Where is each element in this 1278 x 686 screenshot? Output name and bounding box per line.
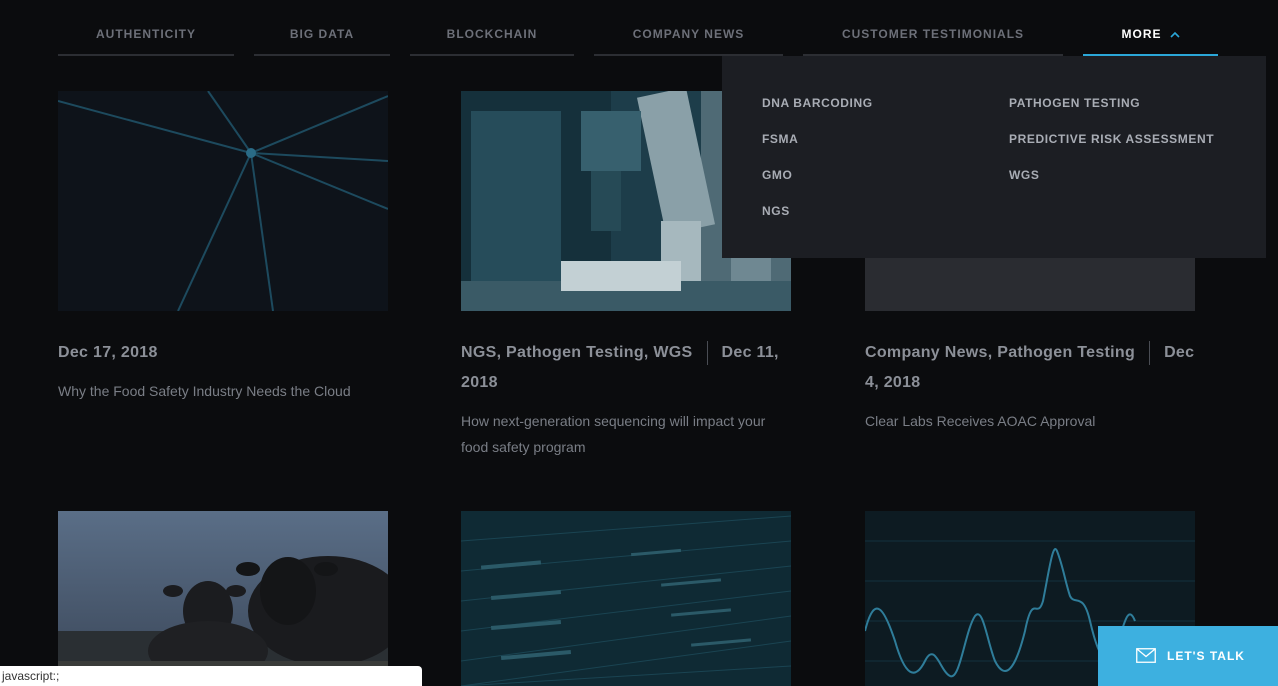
more-dropdown-menu: DNA BARCODING FSMA GMO NGS PATHOGEN TEST… [722,56,1266,258]
post-excerpt-link-continued[interactable]: food safety program [461,434,586,460]
lets-talk-button[interactable]: LET'S TALK [1098,626,1278,686]
data-table-image [461,511,791,686]
nav-item-label: BIG DATA [289,27,355,41]
post-date-continued: 4, 2018 [865,374,921,391]
dropdown-item-pathogen-testing[interactable]: PATHOGEN TESTING [1009,96,1140,110]
nav-item-label: BLOCKCHAIN [446,27,538,41]
browser-status-bar: javascript:; [0,666,422,686]
post-date-continued: 2018 [461,374,498,391]
post-image-cattle[interactable] [58,511,388,686]
meta-divider [1149,340,1151,365]
envelope-icon [1136,648,1156,663]
post-excerpt-link[interactable]: Why the Food Safety Industry Needs the C… [58,378,351,404]
nav-item-customer-testimonials[interactable]: CUSTOMER TESTIMONIALS [803,20,1063,56]
post-image-cloud[interactable] [58,91,388,311]
category-nav: AUTHENTICITY BIG DATA BLOCKCHAIN COMPANY… [0,0,1278,56]
dropdown-item-fsma[interactable]: FSMA [762,132,798,146]
post-date: Dec 17, 2018 [58,344,158,361]
post-categories[interactable]: Company News, Pathogen Testing [865,344,1135,361]
meta-divider [706,340,708,365]
dropdown-item-predictive-risk-assessment[interactable]: PREDICTIVE RISK ASSESSMENT [1009,132,1214,146]
cattle-image [58,511,388,686]
post-excerpt-link[interactable]: Clear Labs Receives AOAC Approval [865,408,1095,434]
nav-item-label: AUTHENTICITY [96,27,196,41]
chevron-up-icon [1169,32,1180,38]
nav-item-company-news[interactable]: COMPANY NEWS [594,20,783,56]
post-meta: Company News, Pathogen Testing Dec [865,338,1225,368]
nav-item-label: MORE [1121,27,1162,41]
nav-item-label: COMPANY NEWS [632,27,745,41]
nav-item-authenticity[interactable]: AUTHENTICITY [58,20,234,56]
post-date: Dec [1164,344,1195,361]
post-excerpt-link[interactable]: How next-generation sequencing will impa… [461,408,765,434]
lets-talk-label: LET'S TALK [1167,649,1245,663]
dropdown-item-dna-barcoding[interactable]: DNA BARCODING [762,96,873,110]
dropdown-item-wgs[interactable]: WGS [1009,168,1039,182]
nav-item-label: CUSTOMER TESTIMONIALS [841,27,1025,41]
post-date: Dec 11, [721,344,779,361]
nav-item-big-data[interactable]: BIG DATA [254,20,390,56]
dropdown-item-gmo[interactable]: GMO [762,168,792,182]
post-categories[interactable]: NGS, Pathogen Testing, WGS [461,344,693,361]
post-image-data-table[interactable] [461,511,791,686]
network-lines-image [58,91,388,311]
nav-item-more[interactable]: MORE [1083,20,1218,56]
post-meta: NGS, Pathogen Testing, WGS Dec 11, [461,338,791,368]
dropdown-item-ngs[interactable]: NGS [762,204,790,218]
nav-item-blockchain[interactable]: BLOCKCHAIN [410,20,574,56]
